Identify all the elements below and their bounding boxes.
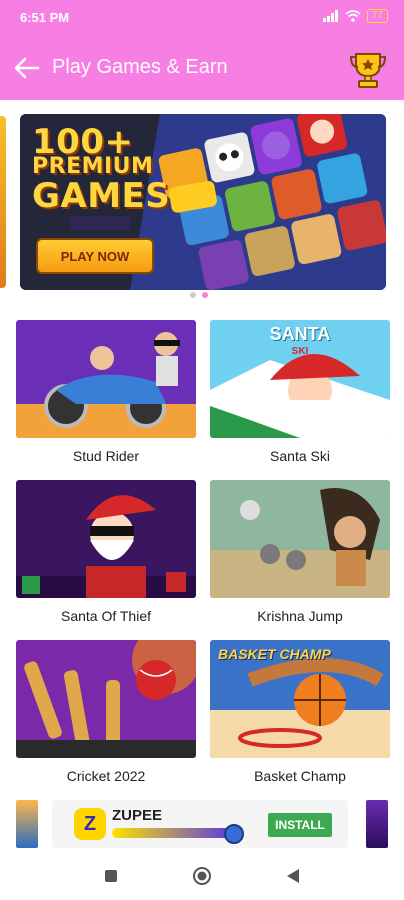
ad-logo-icon[interactable]: Z bbox=[74, 808, 106, 840]
battery-icon: 77 bbox=[366, 9, 388, 23]
back-arrow-icon[interactable] bbox=[12, 53, 42, 83]
nav-back-icon[interactable] bbox=[286, 868, 300, 884]
game-thumbnail[interactable] bbox=[16, 480, 196, 598]
signal-icon bbox=[322, 10, 338, 22]
ad-banner[interactable]: Z ZUPEE INSTALL bbox=[0, 796, 404, 852]
thumb-title-santa: SANTA bbox=[269, 324, 331, 344]
game-card-stud-rider[interactable]: Stud Rider bbox=[16, 320, 196, 464]
system-nav-bar bbox=[0, 852, 404, 900]
game-thumbnail[interactable] bbox=[16, 320, 196, 438]
ad-side-image-left[interactable] bbox=[16, 800, 38, 848]
thumb-title-basket-champ: BASKET CHAMP bbox=[218, 646, 331, 662]
banner-carousel[interactable]: 100+ PREMIUM GAMES PLAY NOW bbox=[0, 112, 404, 290]
game-title: Santa Of Thief bbox=[60, 608, 151, 624]
game-card-santa-of-thief[interactable]: Santa Of Thief bbox=[16, 480, 196, 624]
game-thumbnail[interactable]: SANTA SKI bbox=[210, 320, 390, 438]
app-bar: Play Games & Earn bbox=[0, 36, 404, 100]
carousel-dot-1[interactable] bbox=[190, 292, 196, 298]
ad-install-button[interactable]: INSTALL bbox=[268, 813, 332, 837]
status-time: 6:51 PM bbox=[20, 10, 70, 25]
trophy-icon[interactable] bbox=[348, 48, 388, 90]
game-title: Cricket 2022 bbox=[66, 768, 146, 784]
game-card-cricket-2022[interactable]: Cricket 2022 bbox=[16, 640, 196, 784]
game-title: Krishna Jump bbox=[257, 608, 343, 624]
game-title: Stud Rider bbox=[72, 448, 140, 464]
game-card-santa-ski[interactable]: SANTA SKI Santa Ski bbox=[210, 320, 390, 464]
page-title: Play Games & Earn bbox=[52, 56, 228, 78]
nav-home-icon[interactable] bbox=[192, 866, 212, 886]
ad-graphic-bar bbox=[112, 828, 232, 838]
banner-peek-previous[interactable] bbox=[0, 116, 6, 288]
carousel-dot-2[interactable] bbox=[202, 292, 208, 298]
banner-headline-games: GAMES bbox=[32, 176, 171, 216]
status-bar: 6:51 PM 77 bbox=[0, 0, 404, 36]
wifi-icon bbox=[345, 10, 361, 22]
premium-games-banner[interactable]: 100+ PREMIUM GAMES PLAY NOW bbox=[20, 114, 386, 290]
play-now-button[interactable]: PLAY NOW bbox=[36, 238, 154, 274]
game-title: Basket Champ bbox=[254, 768, 346, 784]
status-icons: 77 bbox=[322, 9, 388, 23]
ad-brand-name: ZUPEE bbox=[112, 807, 163, 824]
ad-content[interactable]: Z ZUPEE INSTALL bbox=[52, 800, 348, 848]
thumb-title-ski: SKI bbox=[291, 346, 309, 357]
carousel-indicator bbox=[190, 292, 208, 298]
game-thumbnail[interactable] bbox=[210, 480, 390, 598]
nav-recents-icon[interactable] bbox=[104, 869, 118, 883]
game-thumbnail[interactable]: BASKET CHAMP bbox=[210, 640, 390, 758]
game-thumbnail[interactable] bbox=[16, 640, 196, 758]
ad-graphic-ball bbox=[224, 824, 244, 844]
game-title: Santa Ski bbox=[270, 448, 330, 464]
ad-side-image-right[interactable] bbox=[366, 800, 388, 848]
game-card-basket-champ[interactable]: BASKET CHAMP Basket Champ bbox=[210, 640, 390, 784]
game-card-krishna-jump[interactable]: Krishna Jump bbox=[210, 480, 390, 624]
